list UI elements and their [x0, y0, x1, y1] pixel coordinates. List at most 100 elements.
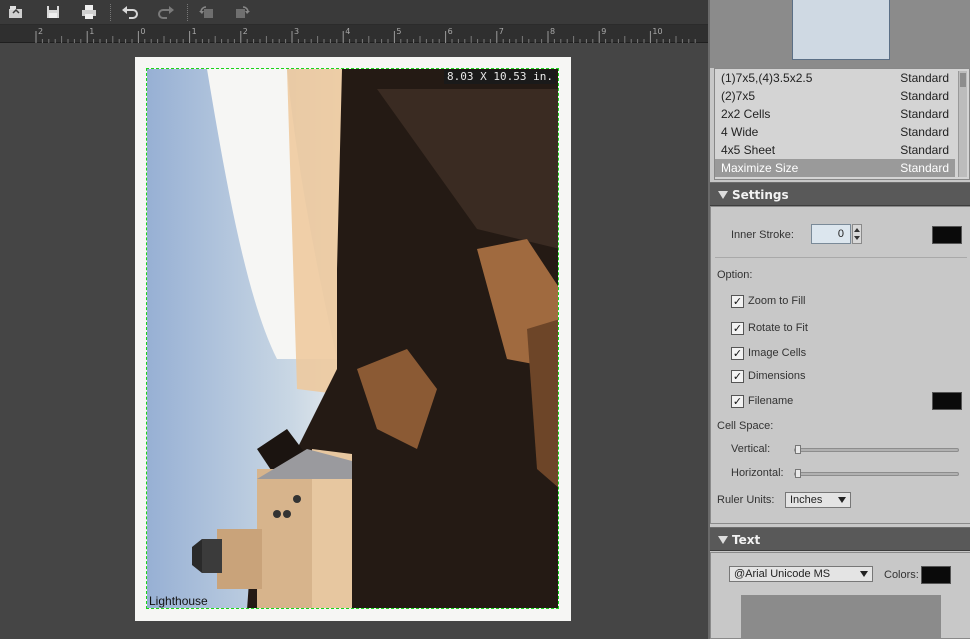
check-icon: ✓: [732, 347, 743, 360]
option-label: Option:: [717, 269, 753, 281]
ruler-tick-label: 4: [345, 27, 350, 36]
inner-stroke-input[interactable]: 0: [811, 224, 851, 244]
layout-type: Standard: [900, 143, 949, 157]
ruler-tick-label: 8: [550, 27, 555, 36]
rotate-left-icon[interactable]: [196, 2, 218, 22]
rotate-to-fit-checkbox[interactable]: ✓: [731, 322, 744, 335]
inner-stroke-color-swatch[interactable]: [932, 226, 962, 244]
image-cells-checkbox[interactable]: ✓: [731, 347, 744, 360]
divider: [715, 257, 967, 258]
inner-stroke-label: Inner Stroke:: [731, 229, 794, 241]
horizontal-label: Horizontal:: [731, 467, 784, 479]
inner-stroke-stepper[interactable]: [852, 224, 862, 244]
font-select-value: @Arial Unicode MS: [734, 568, 831, 580]
layout-list-item[interactable]: 2x2 Cells Standard: [715, 105, 955, 123]
image-cells-label: Image Cells: [748, 347, 807, 359]
check-icon: ✓: [732, 370, 743, 383]
layout-preview-thumbnail: [792, 0, 890, 60]
ruler-tick-label: 0: [140, 27, 145, 36]
layout-type: Standard: [900, 89, 949, 103]
text-panel: @Arial Unicode MS Colors:: [710, 552, 970, 639]
layout-list-scrollbar[interactable]: [958, 71, 967, 177]
redo-icon[interactable]: [155, 2, 177, 22]
ruler-tick-label: 6: [448, 27, 453, 36]
print-icon[interactable]: [78, 2, 100, 22]
text-header-label: Text: [732, 533, 761, 547]
layout-list-scrollbar-thumb[interactable]: [960, 73, 966, 87]
layout-type: Standard: [900, 161, 949, 175]
dimensions-label: Dimensions: [748, 370, 806, 382]
ruler-tick-label: 1: [192, 27, 197, 36]
settings-header-label: Settings: [732, 188, 789, 202]
layout-list-item[interactable]: Maximize Size Standard: [715, 159, 955, 177]
check-icon: ✓: [732, 395, 743, 408]
stepper-up-icon[interactable]: [854, 228, 860, 232]
ruler-units-value: Inches: [790, 494, 823, 506]
layout-list-item[interactable]: (1)7x5,(4)3.5x2.5 Standard: [715, 69, 955, 87]
toolbar: [0, 0, 708, 25]
layout-list-item[interactable]: (2)7x5 Standard: [715, 87, 955, 105]
cell-space-label: Cell Space:: [717, 420, 774, 432]
image-cell[interactable]: 8.03 X 10.53 in. Lighthouse: [146, 68, 559, 609]
filename-label: Filename: [748, 395, 794, 407]
horizontal-slider[interactable]: [794, 472, 959, 476]
toolbar-separator: [110, 4, 111, 21]
stepper-down-icon[interactable]: [854, 236, 860, 240]
horizontal-ruler: 2 1 0 1 2 3 4 5 6 7 8 9 10: [0, 25, 708, 43]
rotate-to-fit-label: Rotate to Fit: [748, 322, 808, 334]
undo-icon[interactable]: [119, 2, 141, 22]
vertical-label: Vertical:: [731, 443, 771, 455]
ruler-units-label: Ruler Units:: [717, 494, 775, 506]
ruler-tick-label: 2: [38, 27, 43, 36]
collapse-triangle-icon: [718, 191, 728, 199]
save-icon[interactable]: [42, 2, 64, 22]
toolbar-separator: [187, 4, 188, 21]
ruler-tick-label: 7: [499, 27, 504, 36]
horizontal-slider-knob[interactable]: [795, 469, 801, 478]
ruler-tick-label: 2: [243, 27, 248, 36]
chevron-down-icon: [838, 497, 846, 503]
vertical-slider[interactable]: [794, 448, 959, 452]
check-icon: ✓: [732, 322, 743, 335]
right-panel: (1)7x5,(4)3.5x2.5 Standard (2)7x5 Standard 2…: [708, 0, 970, 639]
layout-type: Standard: [900, 107, 949, 121]
zoom-to-fill-checkbox[interactable]: ✓: [731, 295, 744, 308]
filename-color-swatch[interactable]: [932, 392, 962, 410]
layout-type: Standard: [900, 125, 949, 139]
layout-name: 4 Wide: [721, 125, 759, 139]
dimensions-badge: 8.03 X 10.53 in.: [444, 70, 556, 84]
filename-caption: Lighthouse: [149, 594, 208, 608]
font-select[interactable]: @Arial Unicode MS: [729, 566, 873, 582]
ruler-tick-label: 9: [601, 27, 606, 36]
ruler-tick-label: 1: [89, 27, 94, 36]
settings-section-header[interactable]: Settings: [710, 182, 970, 206]
chevron-down-icon: [860, 571, 868, 577]
filename-checkbox[interactable]: ✓: [731, 395, 744, 408]
zoom-to-fill-label: Zoom to Fill: [748, 295, 806, 307]
ruler-units-select[interactable]: Inches: [785, 492, 851, 508]
dimensions-checkbox[interactable]: ✓: [731, 370, 744, 383]
collapse-triangle-icon: [718, 536, 728, 544]
check-icon: ✓: [732, 295, 743, 308]
open-icon[interactable]: [5, 2, 27, 22]
layout-list-item[interactable]: 4x5 Sheet Standard: [715, 141, 955, 159]
ruler-tick-label: 3: [294, 27, 299, 36]
layout-name: (1)7x5,(4)3.5x2.5: [721, 71, 813, 85]
text-section-header[interactable]: Text: [710, 527, 970, 551]
layout-name: 2x2 Cells: [721, 107, 771, 121]
layout-list: (1)7x5,(4)3.5x2.5 Standard (2)7x5 Standard 2…: [714, 68, 970, 180]
layout-name: Maximize Size: [721, 161, 799, 175]
print-page: 8.03 X 10.53 in. Lighthouse: [135, 57, 571, 621]
rotate-right-icon[interactable]: [231, 2, 253, 22]
vertical-slider-knob[interactable]: [795, 445, 801, 454]
layout-name: (2)7x5: [721, 89, 756, 103]
layout-preview-area: [710, 0, 970, 68]
layout-name: 4x5 Sheet: [721, 143, 776, 157]
layout-list-item[interactable]: 4 Wide Standard: [715, 123, 955, 141]
layout-type: Standard: [900, 71, 949, 85]
text-color-swatch[interactable]: [921, 566, 951, 584]
settings-panel: Inner Stroke: 0 Option: ✓ Zoom to Fill ✓…: [710, 206, 970, 524]
colors-label: Colors:: [884, 569, 919, 581]
lighthouse-photo: [147, 69, 558, 608]
text-preview-area: [741, 595, 941, 639]
